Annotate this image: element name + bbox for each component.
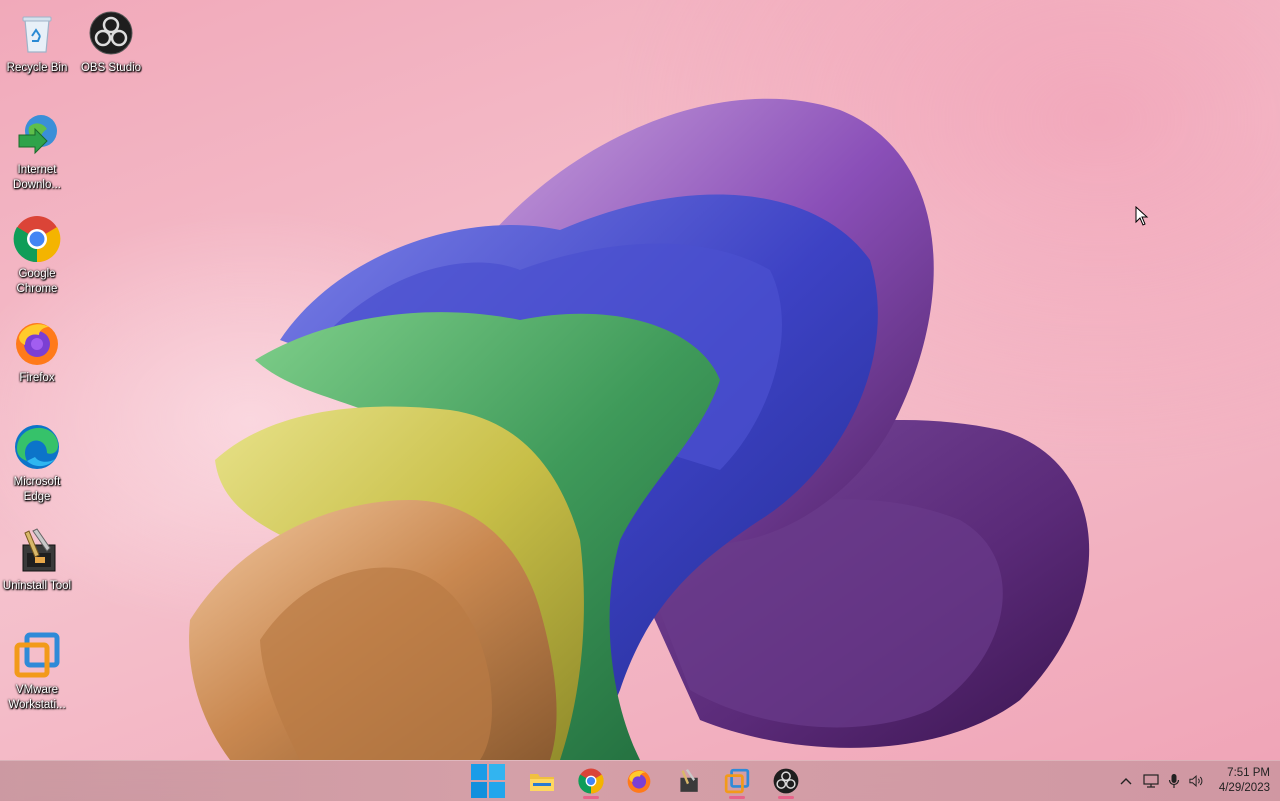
firefox-icon xyxy=(12,318,62,368)
desktop-icon-recycle-bin[interactable]: Recycle Bin xyxy=(0,8,74,76)
microphone-icon[interactable] xyxy=(1166,773,1182,789)
taskbar: 7:51 PM 4/29/2023 xyxy=(0,760,1280,801)
obs-studio-icon xyxy=(86,8,136,58)
taskbar-file-explorer[interactable] xyxy=(522,763,562,799)
desktop-icon-label: Recycle Bin xyxy=(6,62,68,74)
desktop-icon-microsoft-edge[interactable]: Microsoft Edge xyxy=(0,422,74,504)
desktop-icon-obs-studio[interactable]: OBS Studio xyxy=(74,8,148,76)
taskbar-vmware[interactable] xyxy=(717,763,757,799)
network-icon[interactable] xyxy=(1143,773,1159,789)
clock-time: 7:51 PM xyxy=(1227,767,1270,779)
chrome-icon xyxy=(578,768,604,794)
desktop-icon-firefox[interactable]: Firefox xyxy=(0,318,74,386)
desktop-icon-label: Uninstall Tool xyxy=(2,580,72,592)
volume-icon[interactable] xyxy=(1189,773,1205,789)
taskbar-firefox[interactable] xyxy=(619,763,659,799)
chrome-icon xyxy=(12,214,62,264)
vmware-icon xyxy=(12,630,62,680)
desktop-icon-label: Firefox xyxy=(19,372,55,384)
wallpaper xyxy=(189,98,1090,760)
start-button[interactable] xyxy=(468,763,508,799)
mouse-cursor xyxy=(1135,206,1149,226)
uninstall-tool-icon xyxy=(12,526,62,576)
running-indicator xyxy=(778,796,794,799)
taskbar-obs-studio[interactable] xyxy=(766,763,806,799)
internet-download-manager-icon xyxy=(12,110,62,160)
chevron-up-icon[interactable] xyxy=(1118,773,1134,789)
edge-icon xyxy=(12,422,62,472)
desktop-icon-vmware-workstation[interactable]: VMware Workstati... xyxy=(0,630,74,712)
desktop-icon-internet-download-manager[interactable]: Internet Downlo... xyxy=(0,110,74,192)
desktop-icon-uninstall-tool[interactable]: Uninstall Tool xyxy=(0,526,74,594)
uninstall-tool-icon xyxy=(680,769,698,792)
taskbar-uninstall-tool[interactable] xyxy=(668,763,708,799)
clock-date: 4/29/2023 xyxy=(1218,782,1270,794)
taskbar-clock[interactable]: 7:51 PM 4/29/2023 xyxy=(1219,766,1270,796)
desktop-icon-label: Microsoft Edge xyxy=(13,476,61,503)
running-indicator xyxy=(583,796,599,799)
taskbar-chrome[interactable] xyxy=(571,763,611,799)
windows-logo-icon xyxy=(471,764,505,798)
desktop-icon-label: VMware Workstati... xyxy=(8,684,66,711)
recycle-bin-icon xyxy=(12,8,62,58)
running-indicator xyxy=(729,796,745,799)
desktop-icon-label: Google Chrome xyxy=(16,268,58,295)
vmware-icon xyxy=(724,768,750,794)
desktop-icon-google-chrome[interactable]: Google Chrome xyxy=(0,214,74,296)
firefox-icon xyxy=(627,770,651,793)
desktop-icon-label: Internet Downlo... xyxy=(13,164,61,191)
folder-icon xyxy=(530,774,554,791)
obs-icon xyxy=(773,768,799,794)
desktop-icon-label: OBS Studio xyxy=(80,62,142,74)
